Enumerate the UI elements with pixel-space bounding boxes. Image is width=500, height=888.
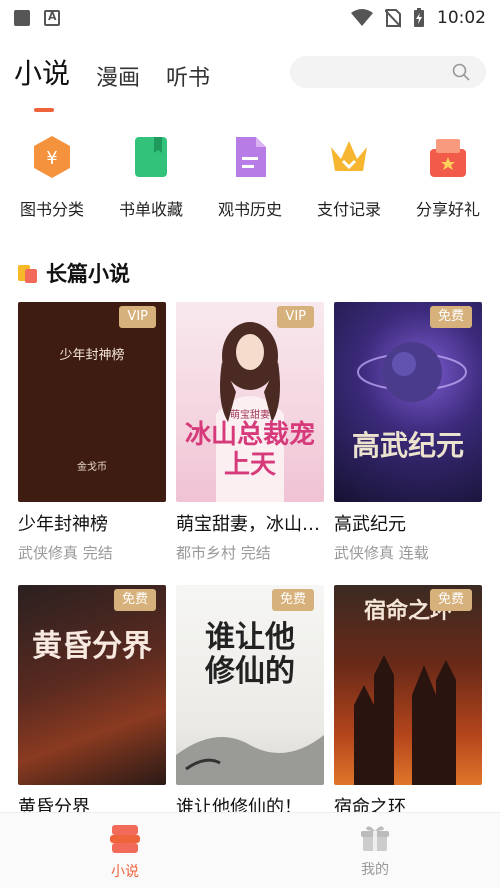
- crown-icon: [326, 134, 372, 180]
- book-cover[interactable]: 黄昏分界 免费: [18, 585, 166, 785]
- free-badge: 免费: [271, 589, 314, 611]
- wifi-icon: [351, 9, 373, 26]
- cover-title: 黄昏分界: [32, 629, 152, 664]
- book-meta: 武侠修真 连载: [334, 544, 429, 562]
- book-card[interactable]: 谁让他修仙的 免费 谁让他修仙的！: [176, 585, 324, 825]
- cover-title: 高武纪元: [351, 429, 464, 462]
- book-title[interactable]: 高武纪元: [334, 510, 482, 536]
- book-meta: 都市乡村 完结: [176, 544, 271, 562]
- bottom-nav: 小说 我的: [0, 812, 500, 888]
- quick-menu: ¥ 图书分类 书单收藏 观书历史 支付记录 分享好礼: [0, 134, 500, 220]
- search-icon[interactable]: [452, 63, 470, 81]
- book-title[interactable]: 少年封神榜: [18, 510, 166, 536]
- quick-menu-category[interactable]: ¥ 图书分类: [8, 134, 96, 220]
- cover-author: 金戈币: [77, 462, 107, 473]
- book-cover[interactable]: 冰山总裁宠上天 萌宝甜妻 VIP: [176, 302, 324, 502]
- nav-novel-label: 小说: [111, 864, 139, 880]
- quick-menu-booklist[interactable]: 书单收藏: [107, 134, 195, 220]
- quick-menu-history-label: 观书历史: [217, 200, 282, 219]
- cover-subtitle: 萌宝甜妻: [230, 410, 270, 421]
- active-tab-indicator: [34, 108, 54, 112]
- vip-badge: VIP: [277, 306, 314, 328]
- history-doc-icon: [227, 134, 273, 180]
- quick-menu-share-gift-label: 分享好礼: [415, 200, 480, 219]
- gift-icon: [361, 826, 389, 851]
- quick-menu-payments[interactable]: 支付记录: [305, 134, 393, 220]
- quick-menu-booklist-label: 书单收藏: [118, 200, 183, 219]
- search-input[interactable]: [290, 56, 486, 88]
- gift-share-icon: [425, 134, 471, 180]
- cover-title: 冰山总裁宠上天: [184, 420, 315, 480]
- book-card[interactable]: 少年封神榜 金戈币 VIP 少年封神榜 武侠修真 完结: [18, 302, 166, 563]
- tab-audiobook[interactable]: 听书: [166, 60, 210, 92]
- tab-comic-label: 漫画: [96, 66, 141, 91]
- book-title[interactable]: 萌宝甜妻，冰山总裁宠上天: [176, 510, 324, 536]
- bookmark-book-icon: [128, 134, 174, 180]
- cover-title: 少年封神榜: [59, 348, 125, 363]
- book-grid: 少年封神榜 金戈币 VIP 少年封神榜 武侠修真 完结 冰山总裁宠上天 萌宝甜妻…: [18, 302, 488, 825]
- free-badge: 免费: [429, 589, 472, 611]
- book-cover[interactable]: 谁让他修仙的 免费: [176, 585, 324, 785]
- cover-illustration: [357, 342, 467, 402]
- book-card[interactable]: 黄昏分界 免费 黄昏分界: [18, 585, 166, 825]
- tab-comic[interactable]: 漫画: [96, 60, 140, 92]
- svg-text:¥: ¥: [46, 148, 57, 169]
- section-header: 长篇小说: [18, 258, 130, 288]
- cover-title: 谁让他修仙的: [205, 620, 295, 689]
- book-cover[interactable]: 宿命之环 免费: [334, 585, 482, 785]
- app-notification-icon: [44, 10, 60, 26]
- status-bar: 10:02: [0, 0, 500, 36]
- quick-menu-payments-label: 支付记录: [316, 200, 381, 219]
- book-cover[interactable]: 少年封神榜 金戈币 VIP: [18, 302, 166, 502]
- tab-audiobook-label: 听书: [166, 66, 211, 91]
- tab-novel-label: 小说: [14, 57, 71, 90]
- book-cover[interactable]: 高武纪元 免费: [334, 302, 482, 502]
- category-icon: ¥: [29, 134, 75, 180]
- tab-novel[interactable]: 小说: [14, 52, 71, 112]
- gallery-notification-icon: [14, 10, 30, 26]
- vip-badge: VIP: [119, 306, 156, 328]
- free-badge: 免费: [113, 589, 156, 611]
- book-meta: 武侠修真 完结: [18, 544, 113, 562]
- book-card[interactable]: 高武纪元 免费 高武纪元 武侠修真 连载: [334, 302, 482, 563]
- nav-profile-label: 我的: [361, 862, 389, 878]
- quick-menu-category-label: 图书分类: [19, 200, 84, 219]
- top-tabs: 小说 漫画 听书: [14, 52, 210, 112]
- novel-books-icon: [110, 825, 140, 853]
- quick-menu-share-gift[interactable]: 分享好礼: [404, 134, 492, 220]
- battery-charging-icon: [414, 8, 424, 27]
- book-card[interactable]: 冰山总裁宠上天 萌宝甜妻 VIP 萌宝甜妻，冰山总裁宠上天 都市乡村 完结: [176, 302, 324, 563]
- nav-novel[interactable]: 小说: [0, 813, 250, 888]
- no-sim-icon: [385, 9, 401, 28]
- section-title: 长篇小说: [46, 262, 130, 286]
- status-time: 10:02: [437, 8, 486, 28]
- book-card[interactable]: 宿命之环 免费 宿命之环: [334, 585, 482, 825]
- nav-profile[interactable]: 我的: [250, 813, 500, 888]
- books-icon: [18, 263, 38, 283]
- free-badge: 免费: [429, 306, 472, 328]
- quick-menu-history[interactable]: 观书历史: [206, 134, 294, 220]
